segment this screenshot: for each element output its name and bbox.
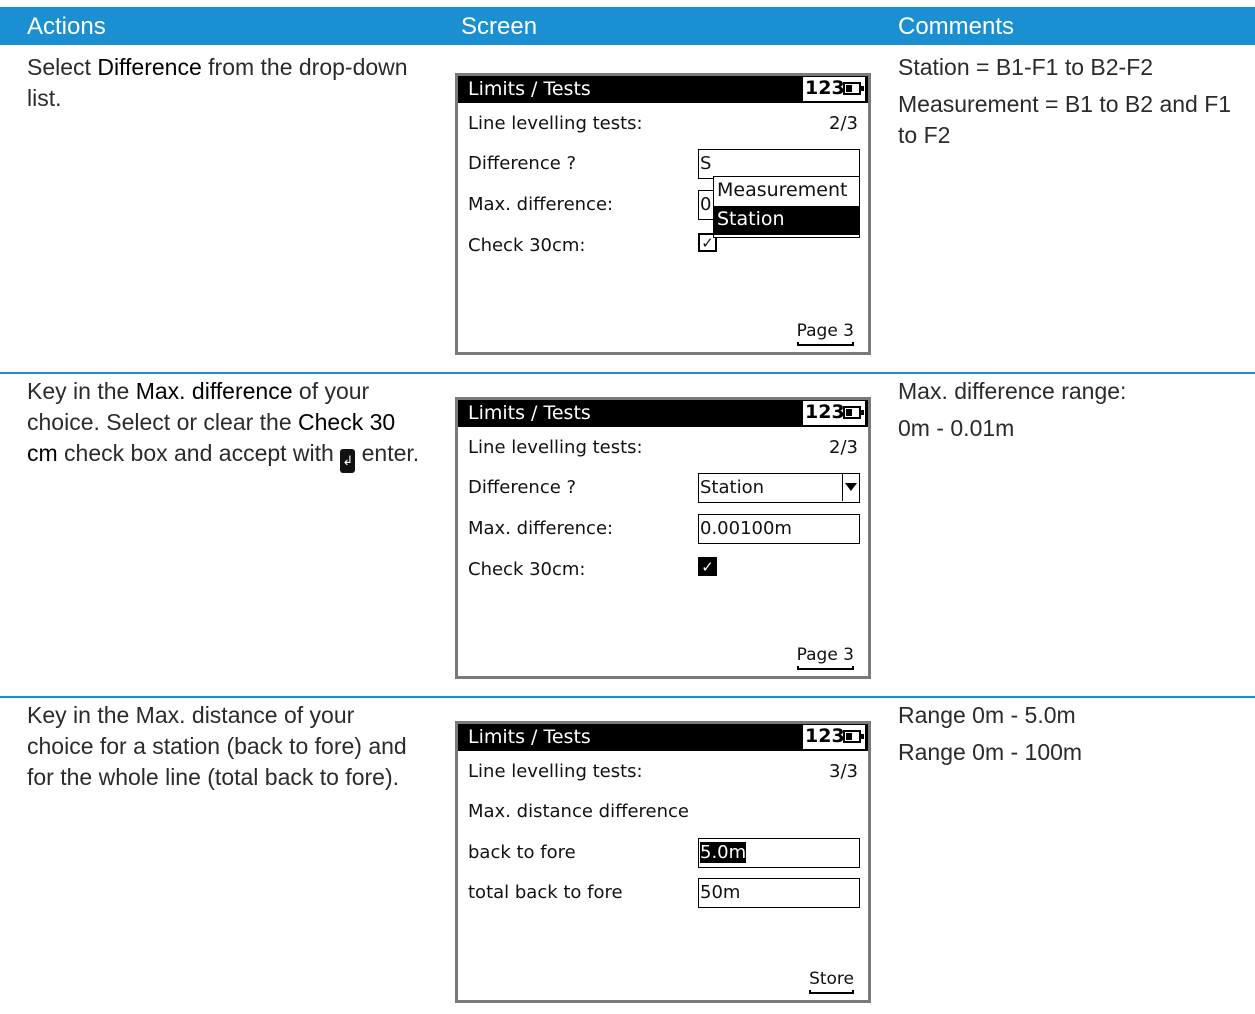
table-header: Actions Screen Comments bbox=[0, 7, 1255, 45]
row1-action-text: Select Difference from the drop-down lis… bbox=[27, 54, 408, 111]
battery-icon bbox=[843, 730, 864, 743]
check-30cm-checkbox[interactable]: ✓ bbox=[698, 557, 717, 576]
total-back-to-fore-input[interactable]: 50m bbox=[698, 878, 860, 908]
row-divider bbox=[0, 372, 1255, 374]
screen-title-bar: Limits / Tests 123 bbox=[458, 76, 868, 103]
max-distance-difference-label: Max. distance difference bbox=[468, 801, 690, 822]
battery-icon bbox=[843, 406, 864, 419]
difference-select[interactable]: Station bbox=[698, 473, 860, 503]
line-levelling-label: Line levelling tests: bbox=[468, 437, 643, 458]
page-indicator: 3/3 bbox=[829, 761, 858, 782]
max-difference-input[interactable]: 0.00100m bbox=[698, 514, 860, 544]
comment-line: Measurement = B1 to B2 and F1 to F2 bbox=[898, 91, 1232, 148]
back-to-fore-input[interactable]: 5.0m bbox=[698, 838, 860, 868]
row-divider bbox=[0, 696, 1255, 698]
page-3-softkey[interactable]: Page 3 bbox=[796, 321, 854, 346]
dropdown-option-measurement[interactable]: Measurement bbox=[714, 177, 859, 206]
max-difference-label: Max. difference: bbox=[468, 518, 614, 539]
difference-label: Difference ? bbox=[468, 153, 577, 174]
screen-title: Limits / Tests bbox=[468, 726, 591, 748]
row2-action-text: Key in the Max. difference of your choic… bbox=[27, 376, 422, 473]
input-mode-indicator: 123 bbox=[803, 401, 865, 425]
screen-column-header: Screen bbox=[461, 13, 538, 40]
line-levelling-label: Line levelling tests: bbox=[468, 761, 643, 782]
difference-label: Difference ? bbox=[468, 477, 577, 498]
chevron-down-icon[interactable] bbox=[842, 474, 859, 501]
difference-dropdown-list: Measurement Station bbox=[713, 176, 860, 238]
row3-action-text: Key in the Max. distance of your choice … bbox=[27, 702, 407, 790]
input-mode-indicator: 123 bbox=[803, 77, 865, 101]
row3-device-screen: Limits / Tests 123 Line levelling tests:… bbox=[455, 721, 871, 1003]
actions-column-header: Actions bbox=[27, 13, 106, 40]
row1-device-screen: Limits / Tests 123 Line levelling tests:… bbox=[455, 73, 871, 355]
comment-line: Range 0m - 100m bbox=[898, 739, 1083, 765]
row2-device-screen: Limits / Tests 123 Line levelling tests:… bbox=[455, 397, 871, 679]
check-30cm-label: Check 30cm: bbox=[468, 559, 586, 580]
comments-column-header: Comments bbox=[898, 13, 1015, 40]
comment-line: Max. difference range: bbox=[898, 378, 1127, 404]
max-difference-label: Max. difference: bbox=[468, 194, 614, 215]
row2-comments: Max. difference range: 0m - 0.01m bbox=[898, 376, 1238, 450]
comment-line: Station = B1-F1 to B2-F2 bbox=[898, 54, 1154, 80]
screen-title-bar: Limits / Tests 123 bbox=[458, 724, 868, 751]
battery-icon bbox=[843, 82, 864, 95]
row3-comments: Range 0m - 5.0m Range 0m - 100m bbox=[898, 700, 1238, 774]
input-mode-indicator: 123 bbox=[803, 725, 865, 749]
dropdown-option-station[interactable]: Station bbox=[714, 206, 859, 235]
page-indicator: 2/3 bbox=[829, 437, 858, 458]
comment-line: 0m - 0.01m bbox=[898, 415, 1015, 441]
store-softkey[interactable]: Store bbox=[809, 969, 854, 994]
page-indicator: 2/3 bbox=[829, 113, 858, 134]
screen-title-bar: Limits / Tests 123 bbox=[458, 400, 868, 427]
screen-title: Limits / Tests bbox=[468, 78, 591, 100]
total-back-to-fore-label: total back to fore bbox=[468, 882, 623, 903]
check-30cm-label: Check 30cm: bbox=[468, 235, 586, 256]
row1-comments: Station = B1-F1 to B2-F2 Measurement = B… bbox=[898, 52, 1238, 157]
enter-key-icon: ↲ bbox=[340, 449, 356, 473]
back-to-fore-label: back to fore bbox=[468, 842, 576, 863]
screen-title: Limits / Tests bbox=[468, 402, 591, 424]
page-3-softkey[interactable]: Page 3 bbox=[796, 645, 854, 670]
comment-line: Range 0m - 5.0m bbox=[898, 702, 1076, 728]
line-levelling-label: Line levelling tests: bbox=[468, 113, 643, 134]
difference-select[interactable]: S bbox=[698, 149, 860, 179]
